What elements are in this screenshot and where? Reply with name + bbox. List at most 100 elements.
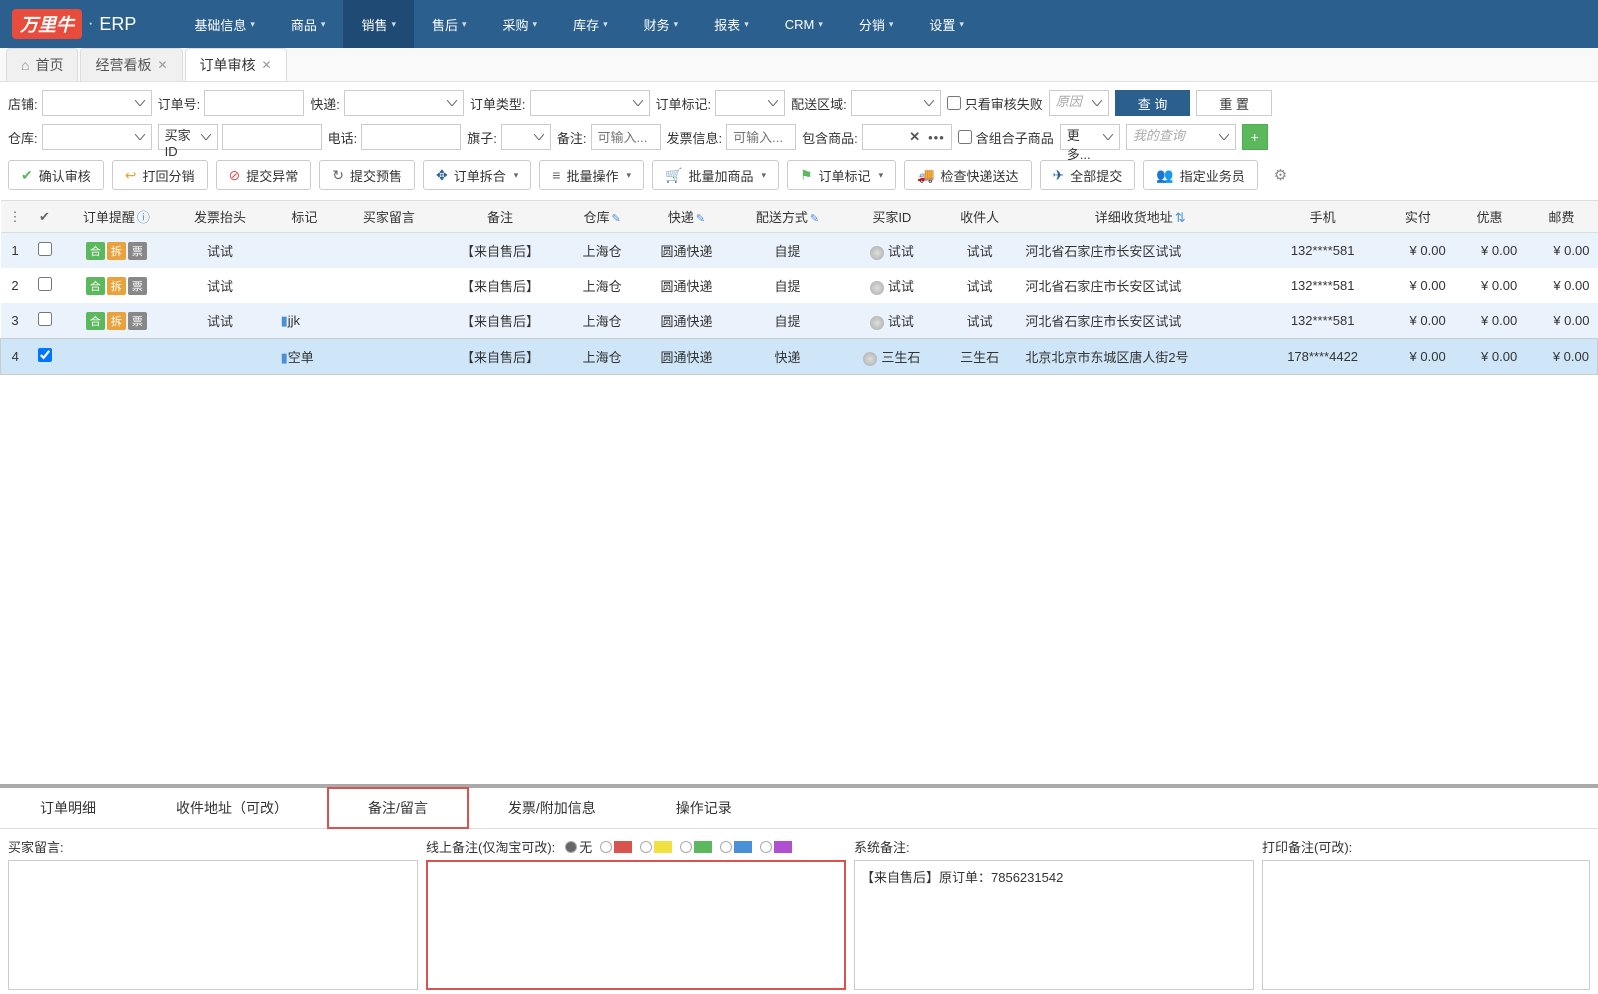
edit-icon[interactable]: ✎ [810, 213, 819, 225]
add-button[interactable]: + [1242, 124, 1268, 150]
table-row[interactable]: 1合拆票试试【来自售后】上海仓圆通快递自提试试试试河北省石家庄市长安区试试132… [1, 233, 1598, 269]
detail-tab[interactable]: 订单明细 [0, 788, 136, 828]
deliveryarea-select[interactable] [851, 90, 941, 116]
toolbar-icon: ✔ [21, 167, 33, 184]
nav-item[interactable]: 商品▾ [273, 0, 344, 48]
toolbar-icon: ⚑ [800, 167, 813, 184]
toolbar-icon: ✈ [1053, 167, 1065, 184]
logo-badge: 万里牛 [12, 9, 82, 39]
close-icon[interactable]: ✕ [262, 58, 272, 72]
column-handle-icon[interactable]: ⋮ [9, 209, 22, 224]
toolbar-button[interactable]: ⊘提交异常 [216, 160, 312, 190]
flag-option[interactable] [640, 841, 672, 853]
clear-icon[interactable]: ✕ [905, 129, 924, 145]
tab-order-review[interactable]: 订单审核 ✕ [185, 48, 287, 81]
buyer-icon [870, 281, 884, 295]
gear-icon[interactable]: ⚙ [1266, 166, 1295, 184]
my-query-select[interactable]: 我的查询 [1126, 124, 1236, 150]
combo-checkbox[interactable]: 含组合子商品 [958, 128, 1054, 147]
buyerid-input[interactable] [222, 124, 322, 150]
toolbar-button[interactable]: 👥指定业务员 [1143, 160, 1257, 190]
toolbar-button[interactable]: ✔确认审核 [8, 160, 104, 190]
close-icon[interactable]: ✕ [157, 58, 167, 72]
row-checkbox[interactable] [38, 277, 52, 291]
tab-dashboard[interactable]: 经营看板 ✕ [80, 48, 182, 81]
row-checkbox[interactable] [38, 312, 52, 326]
include-goods-select[interactable]: ✕ ••• [862, 124, 952, 150]
flag-option[interactable] [760, 841, 792, 853]
buyer-msg-box[interactable] [8, 860, 418, 990]
toolbar-button[interactable]: 🛒批量加商品▾ [652, 160, 779, 190]
table-row[interactable]: 2合拆票试试【来自售后】上海仓圆通快递自提试试试试河北省石家庄市长安区试试132… [1, 268, 1598, 303]
nav-item[interactable]: 基础信息▾ [176, 0, 273, 48]
more-icon[interactable]: ••• [928, 130, 945, 145]
label-invoice: 发票信息: [667, 128, 723, 147]
edit-icon[interactable]: ✎ [696, 213, 705, 225]
edit-icon[interactable]: ✎ [612, 213, 621, 225]
flag-option[interactable] [720, 841, 752, 853]
logo: 万里牛 · ERP [12, 9, 136, 39]
orderno-input[interactable] [204, 90, 304, 116]
info-icon[interactable]: ⓘ [137, 210, 150, 225]
nav-item[interactable]: 采购▾ [485, 0, 556, 48]
flag-option-none[interactable]: 无 [565, 837, 592, 856]
nav-item[interactable]: 分销▾ [841, 0, 912, 48]
toolbar-button[interactable]: ✈全部提交 [1040, 160, 1136, 190]
flag-select[interactable] [501, 124, 551, 150]
toolbar-button[interactable]: ↻提交预售 [319, 160, 415, 190]
toolbar-button[interactable]: ↩打回分销 [112, 160, 208, 190]
toolbar-button[interactable]: 🚚检查快递送达 [904, 160, 1031, 190]
tab-home[interactable]: ⌂ 首页 [6, 48, 78, 81]
remark-input[interactable] [591, 124, 661, 150]
toolbar-button[interactable]: ≡批量操作▾ [539, 160, 644, 190]
nav-item[interactable]: CRM▾ [767, 0, 841, 48]
action-toolbar: ✔确认审核 ↩打回分销 ⊘提交异常↻提交预售 ✥订单拆合▾ ≡批量操作▾ 🛒批量加商品▾ ⚑… [0, 150, 1598, 200]
print-remark-box[interactable] [1262, 860, 1590, 990]
more-select[interactable]: 更 多... [1060, 124, 1120, 150]
check-all-icon[interactable]: ✔ [39, 209, 50, 224]
logo-suffix: ERP [99, 14, 136, 35]
home-icon: ⌂ [21, 57, 29, 73]
ordermark-select[interactable] [715, 90, 785, 116]
label-shop: 店铺: [8, 94, 38, 113]
row-checkbox[interactable] [38, 242, 52, 256]
detail-tab[interactable]: 操作记录 [636, 788, 772, 828]
detail-tab[interactable]: 收件地址（可改） [136, 788, 328, 828]
toolbar-button[interactable]: ⚑订单标记▾ [787, 160, 896, 190]
online-remark-box[interactable] [426, 860, 846, 990]
nav-item[interactable]: 库存▾ [555, 0, 626, 48]
toolbar-button[interactable]: ✥订单拆合▾ [423, 160, 531, 190]
nav-item[interactable]: 财务▾ [626, 0, 697, 48]
reset-button[interactable]: 重 置 [1196, 90, 1272, 116]
buyer-icon [870, 316, 884, 330]
invoice-input[interactable] [726, 124, 796, 150]
detail-tab[interactable]: 备注/留言 [328, 788, 468, 828]
row-checkbox[interactable] [38, 348, 52, 362]
flag-icon: ▮ [281, 313, 288, 328]
detail-tab[interactable]: 发票/附加信息 [468, 788, 636, 828]
sort-icon[interactable]: ⇅ [1175, 210, 1186, 225]
buyerid-type-select[interactable]: 买家ID [158, 124, 218, 150]
toolbar-icon: 🛒 [665, 167, 682, 184]
nav-item[interactable]: 销售▾ [343, 0, 414, 48]
sys-remark-box[interactable]: 【来自售后】原订单：7856231542 [854, 860, 1254, 990]
flag-option[interactable] [680, 841, 712, 853]
warehouse-select[interactable] [42, 124, 152, 150]
nav-item[interactable]: 设置▾ [911, 0, 982, 48]
label-flag: 旗子: [467, 128, 497, 147]
top-navbar: 万里牛 · ERP 基础信息▾商品▾销售▾售后▾采购▾库存▾财务▾报表▾CRM▾… [0, 0, 1598, 48]
label-remark: 备注: [557, 128, 587, 147]
phone-input[interactable] [361, 124, 461, 150]
only-fail-checkbox[interactable]: 只看审核失败 [947, 94, 1043, 113]
nav-item[interactable]: 报表▾ [696, 0, 767, 48]
shop-select[interactable] [42, 90, 152, 116]
nav-item[interactable]: 售后▾ [414, 0, 485, 48]
flag-option[interactable] [600, 841, 632, 853]
reason-select[interactable]: 原因 [1049, 90, 1109, 116]
table-row[interactable]: 4▮空单【来自售后】上海仓圆通快递快递三生石三生石北京北京市东城区唐人街2号17… [1, 339, 1598, 375]
label-include-goods: 包含商品: [802, 128, 858, 147]
query-button[interactable]: 查 询 [1115, 90, 1191, 116]
table-row[interactable]: 3合拆票试试▮jjk【来自售后】上海仓圆通快递自提试试试试河北省石家庄市长安区试… [1, 303, 1598, 339]
express-select[interactable] [344, 90, 464, 116]
ordertype-select[interactable] [530, 90, 650, 116]
